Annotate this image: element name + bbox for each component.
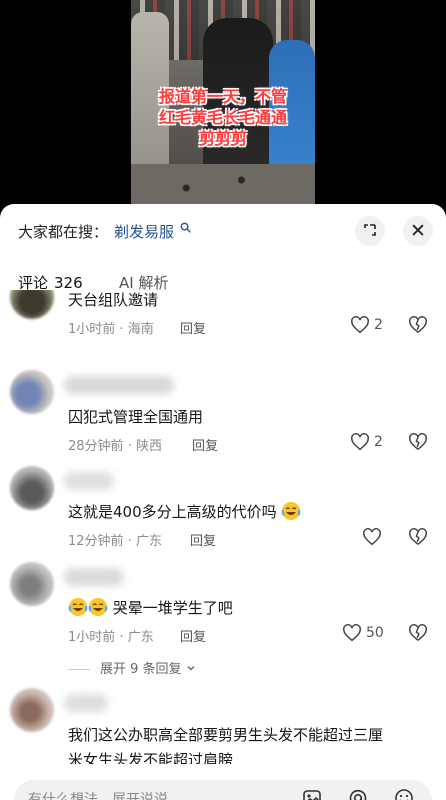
like-button[interactable]: 2	[350, 433, 383, 451]
comment-text: 这就是400多分上高级的代价吗	[68, 501, 301, 522]
like-button[interactable]	[362, 528, 382, 546]
comment-input-bar: 有什么想法，展开说说	[0, 772, 446, 800]
crying-laughing-emoji	[282, 502, 301, 520]
list-item: 这就是400多分上高级的代价吗 12分钟前 · 广东 回复	[0, 466, 446, 562]
avatar[interactable]	[10, 370, 54, 414]
divider	[68, 669, 90, 670]
like-button[interactable]: 2	[350, 316, 383, 334]
emoji-icon[interactable]	[392, 786, 416, 800]
broken-heart-icon	[409, 624, 427, 641]
username-blurred	[64, 568, 124, 586]
comment-text: 囚犯式管理全国通用	[68, 408, 204, 426]
chevron-down-icon	[187, 666, 195, 671]
caption-line-2: 红毛黄毛长毛通通	[158, 108, 287, 127]
comment-time: 1小时前	[68, 630, 116, 645]
username-blurred	[64, 694, 108, 712]
comment-text: 天台组队邀请	[68, 291, 159, 309]
avatar[interactable]	[10, 562, 54, 606]
list-item: 囚犯式管理全国通用 28分钟前 · 陕西 回复 2	[0, 370, 446, 466]
expand-button[interactable]	[355, 216, 385, 246]
reply-button[interactable]: 回复	[180, 626, 206, 645]
comment-meta: 1小时前 · 广东	[68, 630, 154, 645]
like-count: 2	[374, 317, 383, 333]
comment-time: 1小时前	[68, 322, 116, 337]
dislike-button[interactable]	[408, 624, 428, 646]
caption-line-3: 剪剪剪	[198, 129, 247, 148]
comment-location: 广东	[127, 630, 154, 645]
comment-time: 28分钟前	[68, 439, 124, 454]
mention-icon[interactable]	[346, 786, 370, 800]
search-icon[interactable]	[180, 222, 191, 236]
comment-list[interactable]: 天台组队邀请 1小时前 · 海南 回复 2 囚犯式管理全国通用 28分钟前 · …	[0, 290, 446, 764]
list-item: 我们这公办职高全部要剪男生头发不能超过三厘 米女生头发不能超过肩膀	[0, 688, 446, 764]
comment-meta: 12分钟前 · 广东	[68, 534, 162, 549]
comment-text-body: 这就是400多分上高级的代价吗	[68, 503, 277, 521]
comment-location: 陕西	[135, 439, 162, 454]
comment-input[interactable]: 有什么想法，展开说说	[14, 780, 432, 800]
expand-replies-label: 展开 9 条回复	[100, 662, 182, 677]
expand-icon	[363, 222, 377, 241]
comment-text: 哭晕一堆学生了吧	[68, 597, 233, 618]
close-button[interactable]: ✕	[403, 216, 433, 246]
comment-meta: 1小时前 · 海南	[68, 322, 154, 337]
comment-time: 12分钟前	[68, 534, 124, 549]
avatar[interactable]	[10, 466, 54, 510]
video-floor	[131, 164, 315, 204]
close-icon: ✕	[410, 220, 426, 242]
broken-heart-icon	[409, 528, 427, 545]
comment-text-line-2: 米女生头发不能超过肩膀	[68, 751, 234, 764]
trending-search-row: 大家都在搜： 剃发易服 ✕	[0, 204, 446, 258]
crying-laughing-emoji	[88, 598, 108, 616]
avatar[interactable]	[10, 290, 54, 319]
video-caption: 报道第一天，不管 红毛黄毛长毛通通 剪剪剪	[142, 86, 304, 149]
caption-line-1: 报道第一天，不管	[158, 87, 287, 106]
username-blurred	[64, 472, 114, 490]
heart-icon	[343, 624, 361, 642]
heart-icon	[363, 528, 381, 546]
like-button[interactable]: 50	[342, 624, 384, 642]
like-count: 2	[374, 434, 383, 450]
comment-sheet: 大家都在搜： 剃发易服 ✕ 评论 326 AI 解析 天台组队邀请 1小时前 · …	[0, 204, 446, 800]
comment-input-placeholder: 有什么想法，展开说说	[28, 792, 168, 800]
reply-button[interactable]: 回复	[192, 435, 218, 454]
comment-location: 海南	[127, 322, 154, 337]
reply-button[interactable]: 回复	[190, 530, 216, 549]
comment-meta: 28分钟前 · 陕西	[68, 439, 162, 454]
crying-laughing-emoji	[68, 598, 88, 616]
image-icon[interactable]	[300, 786, 324, 800]
video-player[interactable]: 报道第一天，不管 红毛黄毛长毛通通 剪剪剪	[0, 0, 446, 204]
trending-search-term[interactable]: 剃发易服	[114, 221, 174, 242]
expand-replies-button[interactable]: 展开 9 条回复	[68, 658, 196, 677]
avatar[interactable]	[10, 688, 54, 732]
heart-icon	[351, 316, 369, 334]
reply-button[interactable]: 回复	[180, 318, 206, 337]
like-count: 50	[366, 625, 384, 641]
trending-search-label: 大家都在搜：	[18, 223, 109, 241]
comment-text-line-1: 我们这公办职高全部要剪男生头发不能超过三厘	[68, 726, 384, 744]
comment-location: 广东	[135, 534, 162, 549]
dislike-button[interactable]	[408, 316, 428, 338]
list-item: 哭晕一堆学生了吧 1小时前 · 广东 回复 50 展开 9 条回复	[0, 562, 446, 677]
comment-text-body: 哭晕一堆学生了吧	[112, 599, 233, 617]
heart-icon	[351, 433, 369, 451]
dislike-button[interactable]	[408, 433, 428, 455]
dislike-button[interactable]	[408, 528, 428, 550]
username-blurred	[64, 376, 174, 394]
broken-heart-icon	[409, 433, 427, 450]
broken-heart-icon	[409, 316, 427, 333]
